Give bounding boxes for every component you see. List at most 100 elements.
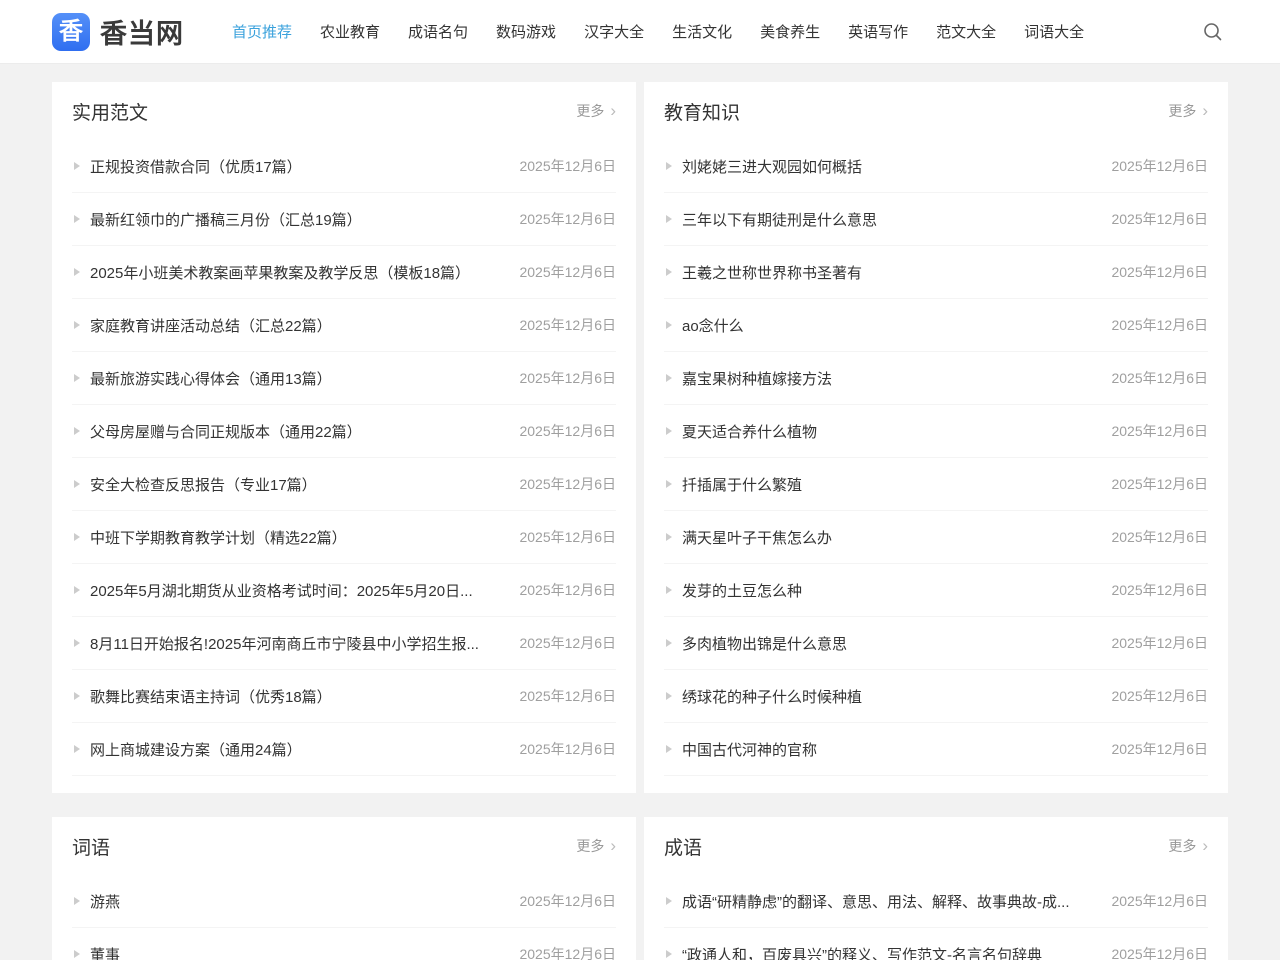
list-item: 中国古代河神的官称2025年12月6日 [664, 723, 1208, 776]
more-label: 更多 [1168, 836, 1196, 856]
more-link[interactable]: 更多 › [576, 101, 616, 121]
triangle-bullet-icon [74, 162, 80, 170]
list-item: 父母房屋赠与合同正规版本（通用22篇） 2025年12月6日 [72, 405, 616, 458]
item-date: 2025年12月6日 [519, 474, 616, 494]
nav-item-chinese-characters[interactable]: 汉字大全 [584, 21, 644, 42]
article-link[interactable]: 2025年5月湖北期货从业资格考试时间：2025年5月20日... [90, 580, 501, 601]
triangle-bullet-icon [666, 639, 672, 647]
triangle-bullet-icon [74, 639, 80, 647]
article-link[interactable]: 8月11日开始报名!2025年河南商丘市宁陵县中小学招生报... [90, 633, 501, 654]
list-item: 多肉植物出锦是什么意思 2025年12月6日 [664, 617, 1208, 670]
item-date: 2025年12月6日 [1111, 891, 1208, 911]
list-item: 刘姥姥三进大观园如何概括 2025年12月6日 [664, 140, 1208, 193]
nav-item-english-writing[interactable]: 英语写作 [848, 21, 908, 42]
section-title: 教育知识 [664, 98, 740, 125]
list-item: 扦插属于什么繁殖2025年12月6日 [664, 458, 1208, 511]
item-date: 2025年12月6日 [519, 944, 616, 960]
more-link[interactable]: 更多 › [1168, 101, 1208, 121]
item-date: 2025年12月6日 [519, 891, 616, 911]
nav-item-home[interactable]: 首页推荐 [232, 21, 292, 42]
article-link[interactable]: 游燕 [90, 891, 501, 912]
article-link[interactable]: 满天星叶子干焦怎么办 [682, 527, 1093, 548]
article-link[interactable]: 夏天适合养什么植物 [682, 421, 1093, 442]
article-link[interactable]: 王羲之世称世界称书圣著有 [682, 262, 1093, 283]
article-link[interactable]: 正规投资借款合同（优质17篇） [90, 156, 501, 177]
article-link[interactable]: 歌舞比赛结束语主持词（优秀18篇） [90, 686, 501, 707]
nav-item-words[interactable]: 词语大全 [1024, 21, 1084, 42]
search-icon[interactable] [1198, 17, 1228, 47]
article-list: 游燕2025年12月6日董事2025年12月6日 [72, 875, 616, 960]
list-item: 歌舞比赛结束语主持词（优秀18篇） 2025年12月6日 [72, 670, 616, 723]
nav-item-life-culture[interactable]: 生活文化 [672, 21, 732, 42]
list-item: 游燕 2025年12月6日 [72, 875, 616, 928]
item-date: 2025年12月6日 [1111, 580, 1208, 600]
list-item: 网上商城建设方案（通用24篇） 2025年12月6日 [72, 723, 616, 776]
article-link[interactable]: 三年以下有期徒刑是什么意思 [682, 209, 1093, 230]
triangle-bullet-icon [666, 162, 672, 170]
list-item: 最新红领巾的广播稿三月份（汇总19篇）2025年12月6日 [72, 193, 616, 246]
triangle-bullet-icon [74, 321, 80, 329]
more-label: 更多 [576, 836, 604, 856]
article-link[interactable]: 中班下学期教育教学计划（精选22篇） [90, 527, 501, 548]
item-date: 2025年12月6日 [519, 686, 616, 706]
triangle-bullet-icon [666, 321, 672, 329]
nav-item-digital-games[interactable]: 数码游戏 [496, 21, 556, 42]
triangle-bullet-icon [74, 268, 80, 276]
item-date: 2025年12月6日 [519, 633, 616, 653]
list-item: 最新旅游实践心得体会（通用13篇）2025年12月6日 [72, 352, 616, 405]
top-nav-bar: 香 香当网 首页推荐 农业教育 成语名句 数码游戏 汉字大全 生活文化 美食养生 英语写作 范文… [0, 0, 1280, 64]
more-link[interactable]: 更多 › [576, 836, 616, 856]
item-date: 2025年12月6日 [519, 739, 616, 759]
chevron-right-icon: › [610, 837, 616, 854]
article-link[interactable]: 扦插属于什么繁殖 [682, 474, 1093, 495]
article-link[interactable]: 董事 [90, 944, 501, 960]
article-link[interactable]: 2025年小班美术教案画苹果教案及教学反思（模板18篇） [90, 262, 501, 283]
article-link[interactable]: 发芽的土豆怎么种 [682, 580, 1093, 601]
nav-item-agriculture-education[interactable]: 农业教育 [320, 21, 380, 42]
more-label: 更多 [576, 101, 604, 121]
logo-icon: 香 [52, 13, 90, 51]
triangle-bullet-icon [74, 215, 80, 223]
triangle-bullet-icon [666, 268, 672, 276]
section-card-education-knowledge: 教育知识 更多 › 刘姥姥三进大观园如何概括2025年12月6日三年以下有期徒刑… [644, 82, 1228, 793]
article-link[interactable]: ao念什么 [682, 315, 1093, 336]
item-date: 2025年12月6日 [1111, 944, 1208, 960]
section-card-idioms: 成语 更多 › 成语“研精静虑”的翻译、意思、用法、解释、故事典故-成...20… [644, 817, 1228, 960]
article-link[interactable]: 父母房屋赠与合同正规版本（通用22篇） [90, 421, 501, 442]
article-link[interactable]: 嘉宝果树种植嫁接方法 [682, 368, 1093, 389]
nav-item-idiom-quotes[interactable]: 成语名句 [408, 21, 468, 42]
article-link[interactable]: 最新红领巾的广播稿三月份（汇总19篇） [90, 209, 501, 230]
article-link[interactable]: 绣球花的种子什么时候种植 [682, 686, 1093, 707]
article-link[interactable]: 安全大检查反思报告（专业17篇） [90, 474, 501, 495]
triangle-bullet-icon [666, 745, 672, 753]
triangle-bullet-icon [74, 533, 80, 541]
triangle-bullet-icon [74, 950, 80, 958]
list-item: 绣球花的种子什么时候种植2025年12月6日 [664, 670, 1208, 723]
triangle-bullet-icon [666, 950, 672, 958]
section-card-practical-docs: 实用范文 更多 › 正规投资借款合同（优质17篇） 2025年12月6日 最新红领巾… [52, 82, 636, 793]
list-item: 2025年5月湖北期货从业资格考试时间：2025年5月20日...2025年12… [72, 564, 616, 617]
article-link[interactable]: 中国古代河神的官称 [682, 739, 1093, 760]
item-date: 2025年12月6日 [519, 262, 616, 282]
list-item: 发芽的土豆怎么种 2025年12月6日 [664, 564, 1208, 617]
article-link[interactable]: 成语“研精静虑”的翻译、意思、用法、解释、故事典故-成... [682, 891, 1093, 912]
site-logo[interactable]: 香 香当网 [52, 12, 184, 51]
item-date: 2025年12月6日 [1111, 156, 1208, 176]
content-grid: 实用范文 更多 › 正规投资借款合同（优质17篇）2025年12月6日最新红领巾… [52, 82, 1228, 960]
article-link[interactable]: 最新旅游实践心得体会（通用13篇） [90, 368, 501, 389]
article-link[interactable]: 刘姥姥三进大观园如何概括 [682, 156, 1093, 177]
nav-item-sample-essays[interactable]: 范文大全 [936, 21, 996, 42]
list-item: “政通人和，百废具兴”的释义、写作范文-名言名句辞典 2025年12月6日 [664, 928, 1208, 960]
article-link[interactable]: “政通人和，百废具兴”的释义、写作范文-名言名句辞典 [682, 944, 1093, 960]
nav-item-food-health[interactable]: 美食养生 [760, 21, 820, 42]
article-link[interactable]: 多肉植物出锦是什么意思 [682, 633, 1093, 654]
item-date: 2025年12月6日 [1111, 633, 1208, 653]
article-link[interactable]: 网上商城建设方案（通用24篇） [90, 739, 501, 760]
list-item: 家庭教育讲座活动总结（汇总22篇）2025年12月6日 [72, 299, 616, 352]
triangle-bullet-icon [74, 427, 80, 435]
article-link[interactable]: 家庭教育讲座活动总结（汇总22篇） [90, 315, 501, 336]
section-title: 实用范文 [72, 98, 148, 125]
item-date: 2025年12月6日 [519, 421, 616, 441]
chevron-right-icon: › [610, 102, 616, 119]
more-link[interactable]: 更多 › [1168, 836, 1208, 856]
